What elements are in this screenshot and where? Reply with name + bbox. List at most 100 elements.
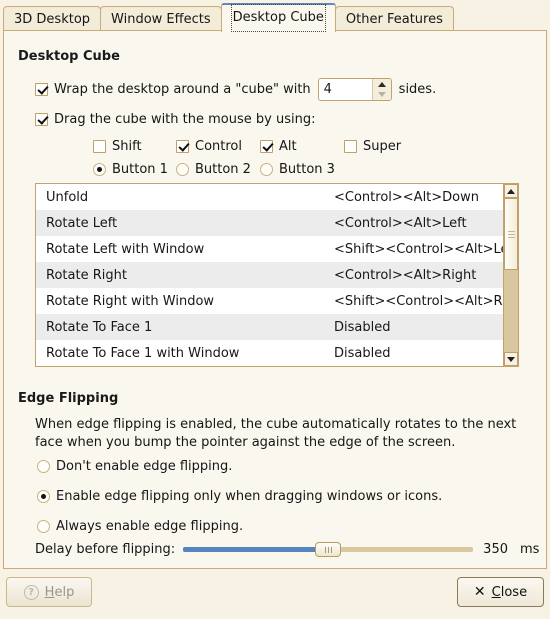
wrap-desktop-checkbox[interactable]	[35, 83, 48, 96]
shortcut-action: Unfold	[46, 189, 89, 205]
x-icon: ✕	[473, 584, 486, 600]
shortcut-list-scrollbar[interactable]	[503, 184, 518, 366]
grip-icon	[324, 546, 332, 553]
wrap-desktop-row: Wrap the desktop around a "cube" with 4 …	[35, 78, 436, 101]
sides-spinner[interactable]: 4	[317, 78, 392, 101]
tab-desktop-cube[interactable]: Desktop Cube	[220, 3, 336, 32]
shortcut-list[interactable]: Unfold <Control><Alt>Down Rotate Left <C…	[35, 183, 519, 367]
delay-slider[interactable]	[183, 539, 474, 559]
sides-suffix-label: sides.	[398, 82, 437, 97]
help-rest: elp	[54, 584, 75, 600]
edge-option-dragging[interactable]: Enable edge flipping only when dragging …	[37, 489, 442, 504]
shortcut-binding: Disabled	[334, 319, 391, 335]
modifier-control[interactable]: Control	[176, 139, 242, 154]
tab-3d-desktop[interactable]: 3D Desktop	[3, 6, 102, 32]
close-button[interactable]: ✕ Close	[457, 577, 544, 607]
modifier-label: Control	[195, 139, 242, 154]
shortcut-action: Rotate Left with Window	[46, 241, 205, 257]
shortcut-action: Rotate To Face 1	[46, 319, 153, 335]
tab-label: Other Features	[345, 12, 443, 27]
mouse-button-3[interactable]: Button 3	[260, 162, 335, 177]
caret-down-icon	[377, 92, 386, 98]
scrollbar-thumb[interactable]	[504, 198, 518, 270]
close-label: Close	[492, 585, 527, 600]
modifier-label: Super	[363, 139, 402, 154]
shortcut-list-body: Unfold <Control><Alt>Down Rotate Left <C…	[36, 184, 503, 366]
delay-label: Delay before flipping:	[35, 541, 176, 557]
mouse-button-label: Button 3	[279, 162, 335, 177]
edge-flipping-group-title: Edge Flipping	[18, 391, 119, 406]
help-accel: H	[44, 584, 55, 600]
shortcut-binding: <Control><Alt>Down	[334, 189, 479, 205]
shortcut-action: Rotate Left	[46, 215, 118, 231]
table-row[interactable]: Rotate Right <Control><Alt>Right	[36, 262, 503, 288]
edge-option-always-radio[interactable]	[37, 520, 50, 533]
table-row[interactable]: Rotate Left <Control><Alt>Left	[36, 210, 503, 236]
grip-icon	[507, 229, 515, 240]
drag-cube-row: Drag the cube with the mouse by using:	[35, 112, 315, 127]
edge-flipping-description: When edge flipping is enabled, the cube …	[35, 417, 517, 450]
shortcut-action: Rotate Right with Window	[46, 293, 215, 309]
scrollbar-trough[interactable]	[504, 198, 518, 352]
edge-option-none[interactable]: Don't enable edge flipping.	[37, 459, 232, 474]
modifier-shift[interactable]: Shift	[93, 139, 142, 154]
tab-label: 3D Desktop	[14, 12, 91, 27]
modifier-alt[interactable]: Alt	[260, 139, 297, 154]
mouse-button-1[interactable]: Button 1	[93, 162, 168, 177]
shortcut-binding: Disabled	[334, 345, 391, 361]
button-2-radio[interactable]	[176, 163, 189, 176]
drag-cube-checkbox[interactable]	[35, 113, 48, 126]
modifier-super[interactable]: Super	[344, 139, 401, 154]
modifier-label: Alt	[279, 139, 297, 154]
shortcut-action: Rotate To Face 1 with Window	[46, 345, 240, 361]
super-checkbox[interactable]	[344, 140, 357, 153]
shortcut-action: Rotate Right	[46, 267, 127, 283]
shortcut-binding: <Control><Alt>Right	[334, 267, 477, 283]
edge-option-none-radio[interactable]	[37, 460, 50, 473]
alt-checkbox[interactable]	[260, 140, 273, 153]
sides-decrement-button[interactable]	[373, 90, 391, 101]
drag-cube-label: Drag the cube with the mouse by using:	[54, 112, 316, 127]
preferences-dialog: 3D Desktop Window Effects Desktop Cube O…	[0, 0, 550, 619]
question-circle-icon: ?	[23, 584, 39, 600]
table-row[interactable]: Rotate To Face 1 Disabled	[36, 314, 503, 340]
table-row[interactable]: Rotate Right with Window <Shift><Control…	[36, 288, 503, 314]
help-button[interactable]: ? Help	[6, 577, 92, 607]
tab-other-features[interactable]: Other Features	[334, 6, 454, 32]
mouse-button-2[interactable]: Button 2	[176, 162, 251, 177]
tab-window-effects[interactable]: Window Effects	[100, 6, 222, 32]
modifier-label: Shift	[112, 139, 142, 154]
scroll-up-button[interactable]	[504, 184, 518, 198]
sides-value[interactable]: 4	[318, 79, 372, 100]
sides-spinner-buttons	[371, 79, 391, 101]
sides-increment-button[interactable]	[373, 79, 391, 90]
caret-up-icon	[507, 188, 515, 194]
close-rest: lose	[500, 584, 528, 600]
edge-option-label: Don't enable edge flipping.	[56, 459, 233, 474]
slider-fill	[183, 547, 329, 552]
edge-option-label: Enable edge flipping only when dragging …	[56, 489, 443, 504]
mouse-button-label: Button 1	[112, 162, 168, 177]
button-3-radio[interactable]	[260, 163, 273, 176]
tab-bar: 3D Desktop Window Effects Desktop Cube O…	[0, 0, 550, 32]
shortcut-binding: <Control><Alt>Left	[334, 215, 467, 231]
wrap-desktop-label: Wrap the desktop around a "cube" with	[54, 82, 311, 97]
control-checkbox[interactable]	[176, 140, 189, 153]
edge-option-always[interactable]: Always enable edge flipping.	[37, 519, 243, 534]
delay-value: 350	[483, 541, 508, 557]
caret-up-icon	[377, 81, 386, 87]
scroll-down-button[interactable]	[504, 352, 518, 366]
table-row[interactable]: Rotate Left with Window <Shift><Control>…	[36, 236, 503, 262]
shift-checkbox[interactable]	[93, 140, 106, 153]
table-row[interactable]: Unfold <Control><Alt>Down	[36, 184, 503, 210]
slider-handle[interactable]	[315, 542, 342, 557]
delay-unit: ms	[520, 541, 540, 557]
caret-down-icon	[507, 356, 515, 362]
delay-slider-row: Delay before flipping: 350 ms	[35, 539, 539, 559]
table-row[interactable]: Rotate To Face 1 with Window Disabled	[36, 340, 503, 366]
edge-option-dragging-radio[interactable]	[37, 490, 50, 503]
desktop-cube-panel: Desktop Cube Wrap the desktop around a "…	[3, 30, 547, 569]
shortcut-binding: <Shift><Control><Alt>Right	[334, 293, 503, 309]
button-1-radio[interactable]	[93, 163, 106, 176]
tab-label: Desktop Cube	[230, 4, 326, 32]
